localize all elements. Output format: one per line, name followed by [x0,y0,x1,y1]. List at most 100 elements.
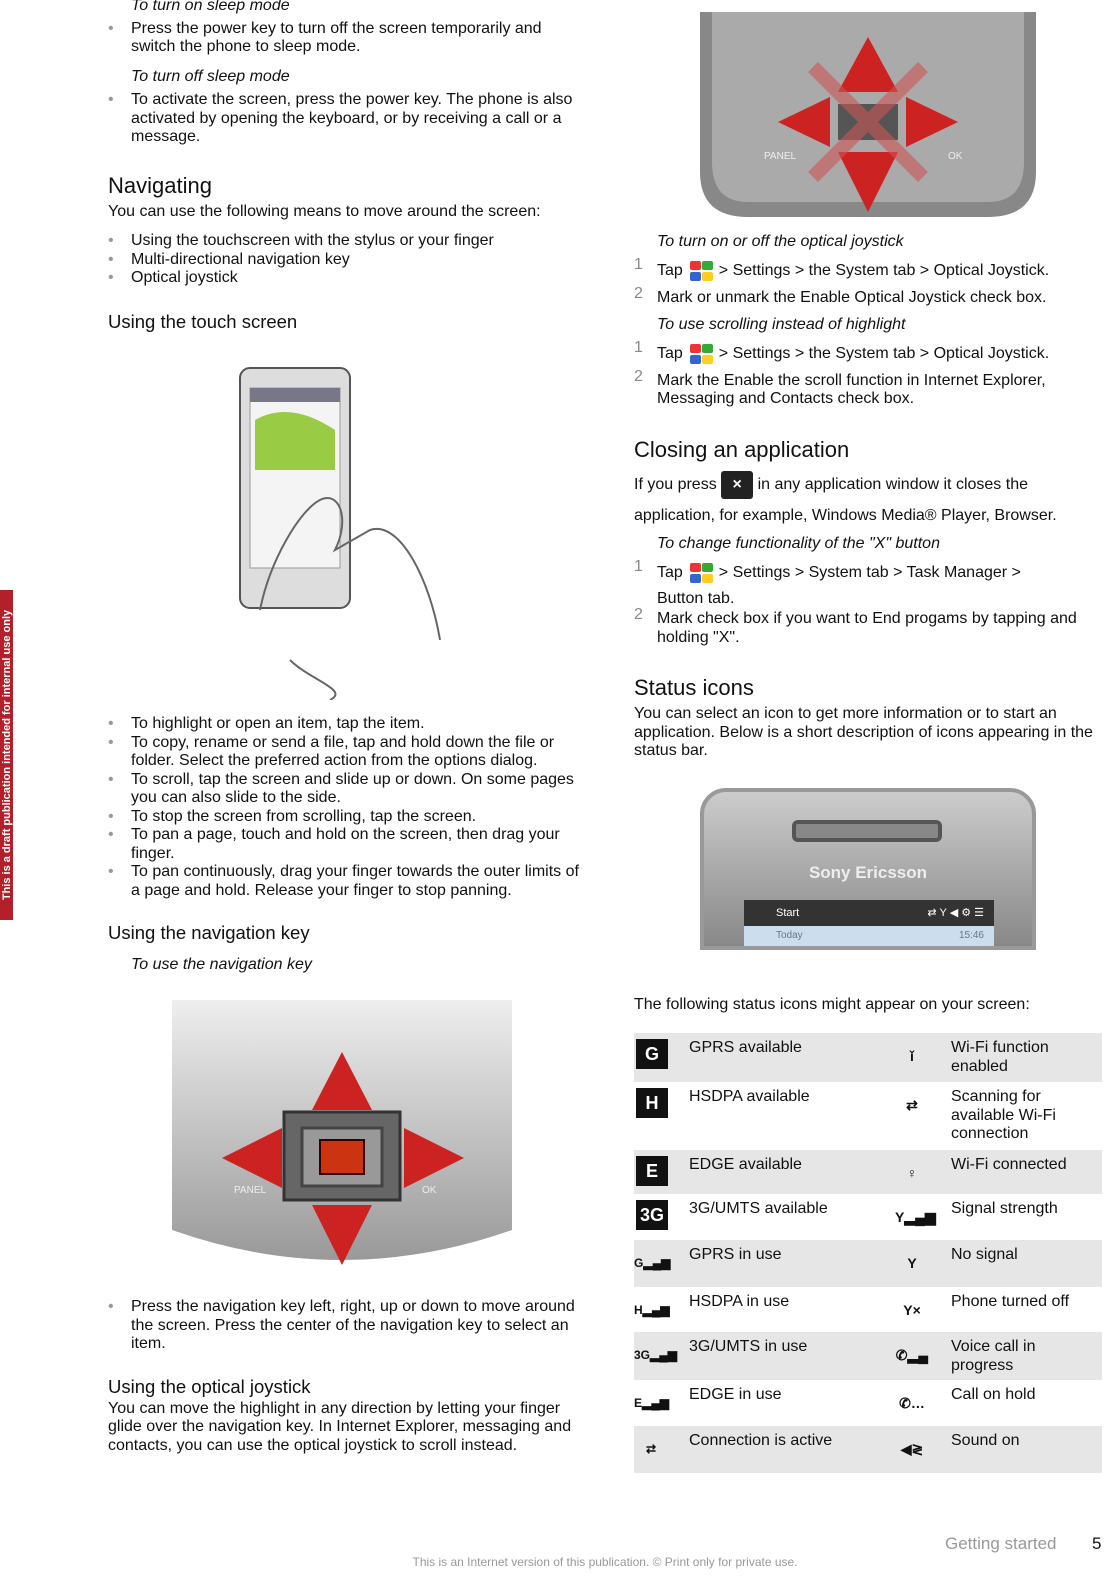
status-label: HSDPA in use [689,1293,790,1310]
status-label: EDGE in use [689,1386,782,1403]
closing-heading: Closing an application [634,436,850,462]
step-number: 1 [634,557,643,575]
list-item: To scroll, tap the screen and slide up o… [108,771,583,808]
step-number: 2 [634,367,643,385]
navkey-text: Press the navigation key left, right, up… [108,1298,583,1455]
status-label: Signal strength [951,1200,1058,1217]
status-label: GPRS in use [689,1240,895,1287]
list-item: Using the touchscreen with the stylus or… [108,232,583,251]
ok-label: OK [948,151,963,162]
today-bar: Today 15:46 [744,926,994,946]
step-number: 2 [634,606,643,623]
table-row: G GPRS available ǐ Wi-Fi function enable… [634,1033,1102,1082]
windows-start-icon[interactable] [687,562,715,584]
table-row: E▂▄▆ EDGE in use ✆… Call on hold [634,1380,1102,1426]
table-row: H▂▄▆ HSDPA in use Y× Phone turned off [634,1287,1102,1332]
table-row: ⇄ Connection is active ◀≷ Sound on [634,1426,1102,1473]
status-label: Call on hold [951,1386,1036,1403]
status-label: No signal [951,1240,1102,1287]
step: 2 Mark check box if you want to End proga… [634,606,1104,647]
panel-label: PANEL [234,1185,267,1196]
phone-off-icon: Y× [903,1302,921,1318]
step-text: Tap [657,563,683,581]
table-row: E EDGE available ♀ Wi-Fi connected [634,1150,1102,1194]
list-item: Optical joystick [108,269,583,288]
step-text: Tap [657,344,683,362]
step: 1 Tap > Settings > System tab > Task Manag… [634,558,1104,609]
voice-call-icon: ✆▂▄ [895,1347,929,1363]
step: 2 Mark or unmark the Enable Optical Joyst… [634,285,1104,308]
navigating-intro: You can use the following means to move … [108,202,541,220]
status-intro: You can select an icon to get more infor… [634,705,1093,759]
step-text: > Settings > the System tab > Optical Jo… [718,344,1050,362]
table-row: G▂▄▆ GPRS in use Y No signal [634,1240,1102,1287]
step-text: Button tab. [657,589,735,607]
list-item: To activate the screen, press the power … [108,91,583,147]
no-signal-icon: Y [907,1255,917,1271]
table-row: 3G 3G/UMTS available Y▂▄▆ Signal strengt… [634,1194,1102,1240]
step-number: 2 [634,284,643,302]
navkey-title: To use the navigation key [131,956,312,973]
wifi-connected-icon: ♀ [906,1165,918,1181]
left-column: To turn on sleep mode Press the power ke… [108,0,583,333]
table-row: H HSDPA available ⇄ Scanning for availab… [634,1082,1102,1150]
today-label: Today [776,930,803,941]
joystick-illustration: PANEL OK [698,12,1038,217]
touch-heading: Using the touch screen [108,310,298,332]
status-icons: ⇄ Y ◀ ⚙ ☰ [927,907,984,919]
network-6-icon: 3G▂▄▆ [634,1348,677,1362]
brand-logo: Sony Ericsson [808,863,928,882]
step-text: Tap [657,261,683,279]
status-label: HSDPA available [689,1088,810,1105]
step-text: > Settings > System tab > Task Manager > [718,563,1021,581]
footer-notice: This is an Internet version of this publ… [412,1555,798,1569]
step: 1 Tap > Settings > the System tab > Optica… [634,339,1104,365]
network-7-icon: E▂▄▆ [634,1396,669,1410]
text: in any application window it closes the [757,475,1028,493]
list-item: To pan continuously, drag your finger to… [108,863,583,900]
network-3-icon: 3G [636,1200,668,1230]
status-label: EDGE available [689,1150,895,1194]
status-label: Wi-Fi function enabled [951,1033,1102,1082]
step-number: 1 [634,338,643,356]
status-label: Connection is active [689,1426,895,1473]
list-item: Multi-directional navigation key [108,251,583,270]
page-number: 5 [1092,1534,1102,1553]
footer-section: Getting started [945,1534,1057,1553]
right-column: To turn on or off the optical joystick 1… [634,233,1104,761]
signal-strength-icon: Y▂▄▆ [895,1209,936,1225]
step-text: Mark or unmark the Enable Optical Joysti… [657,288,1047,306]
list-item: To copy, rename or send a file, tap and … [108,734,583,771]
table-intro: The following status icons might appear … [634,996,1030,1013]
network-0-icon: G [636,1039,668,1069]
status-label: Phone turned off [951,1293,1070,1310]
step-text: Mark check box if you want to End progam… [657,610,1077,646]
status-label: 3G/UMTS available [689,1200,828,1217]
touch-bullets: To highlight or open an item, tap the it… [108,715,583,975]
sound-on-icon: ◀≷ [900,1441,924,1457]
scroll-title: To use scrolling instead of highlight [657,316,906,333]
time-label: 15:46 [958,930,984,941]
touchscreen-illustration [239,367,441,700]
network-1-icon: H [636,1088,668,1118]
network-5-icon: H▂▄▆ [634,1303,670,1317]
closing-text: If you press × in any application window… [634,470,1104,499]
network-2-icon: E [636,1156,668,1186]
status-label: Wi-Fi connected [951,1150,1102,1194]
list-item: To stop the screen from scrolling, tap t… [108,808,583,827]
sleep-off-title: To turn off sleep mode [131,67,290,85]
joystick-heading: Using the optical joystick [108,1375,311,1397]
status-label: GPRS available [689,1033,895,1082]
wifi-scanning-icon: ⇄ [906,1097,918,1113]
windows-start-icon[interactable] [687,343,715,365]
wifi-enabled-icon: ǐ [910,1048,914,1064]
joystick-toggle-title: To turn on or off the optical joystick [657,233,904,250]
windows-start-icon[interactable] [687,260,715,282]
start-bar: Start ⇄ Y ◀ ⚙ ☰ [744,900,994,926]
closing-text-line2: application, for example, Windows Media®… [634,506,1057,524]
list-item: Press the power key to turn off the scre… [108,20,583,57]
status-label: Sound on [951,1426,1102,1473]
status-label: Scanning for available Wi-Fi connection [951,1088,1056,1142]
step-number: 1 [634,255,643,273]
x-title: To change functionality of the "X" butto… [657,535,940,552]
